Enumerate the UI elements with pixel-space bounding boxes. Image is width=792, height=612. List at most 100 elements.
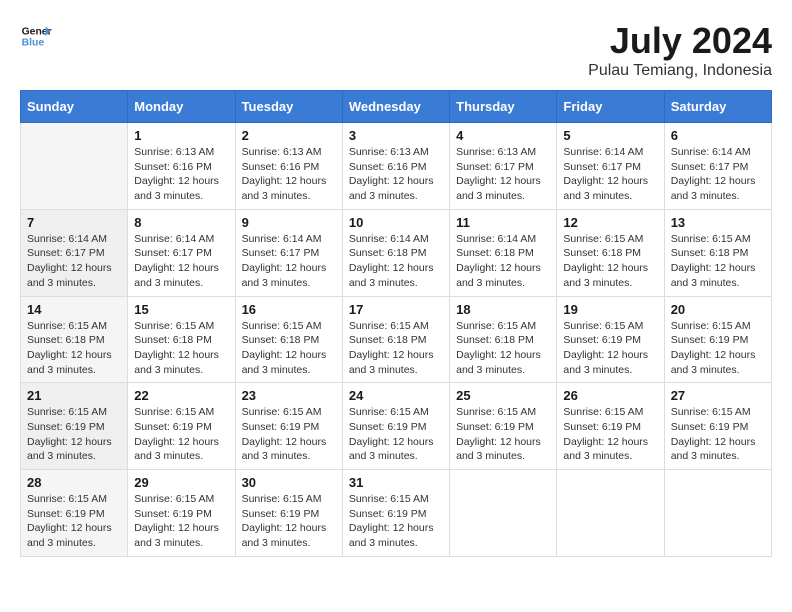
day-info: Sunrise: 6:14 AM Sunset: 6:17 PM Dayligh…: [671, 145, 765, 204]
calendar-cell: [450, 470, 557, 557]
day-info: Sunrise: 6:15 AM Sunset: 6:19 PM Dayligh…: [349, 492, 443, 551]
logo-icon: General Blue: [20, 20, 52, 52]
calendar-header-saturday: Saturday: [664, 91, 771, 123]
day-number: 21: [27, 388, 121, 403]
calendar-cell: [557, 470, 664, 557]
calendar-cell: 8 Sunrise: 6:14 AM Sunset: 6:17 PM Daylig…: [128, 209, 235, 296]
title-section: July 2024 Pulau Temiang, Indonesia: [588, 20, 772, 80]
day-number: 1: [134, 128, 228, 143]
day-number: 29: [134, 475, 228, 490]
calendar-cell: 2 Sunrise: 6:13 AM Sunset: 6:16 PM Daylig…: [235, 123, 342, 210]
calendar-cell: 5Sunrise: 6:14 AM Sunset: 6:17 PM Daylig…: [557, 123, 664, 210]
calendar-week-row: 21 Sunrise: 6:15 AM Sunset: 6:19 PM Dayli…: [21, 383, 772, 470]
day-info: Sunrise: 6:15 AM Sunset: 6:18 PM Dayligh…: [563, 232, 657, 291]
calendar-cell: 29 Sunrise: 6:15 AM Sunset: 6:19 PM Dayli…: [128, 470, 235, 557]
day-info: Sunrise: 6:15 AM Sunset: 6:19 PM Dayligh…: [349, 405, 443, 464]
day-info: Sunrise: 6:15 AM Sunset: 6:18 PM Dayligh…: [27, 319, 121, 378]
calendar-cell: 15 Sunrise: 6:15 AM Sunset: 6:18 PM Dayli…: [128, 296, 235, 383]
calendar-table: SundayMondayTuesdayWednesdayThursdayFrid…: [20, 90, 772, 557]
day-number: 8: [134, 215, 228, 230]
day-number: 6: [671, 128, 765, 143]
day-number: 15: [134, 302, 228, 317]
day-info: Sunrise: 6:15 AM Sunset: 6:19 PM Dayligh…: [134, 492, 228, 551]
calendar-cell: 13 Sunrise: 6:15 AM Sunset: 6:18 PM Dayli…: [664, 209, 771, 296]
svg-text:Blue: Blue: [22, 38, 45, 49]
day-number: 4: [456, 128, 550, 143]
day-number: 13: [671, 215, 765, 230]
day-info: Sunrise: 6:14 AM Sunset: 6:17 PM Dayligh…: [27, 232, 121, 291]
calendar-cell: 1 Sunrise: 6:13 AM Sunset: 6:16 PM Daylig…: [128, 123, 235, 210]
day-number: 30: [242, 475, 336, 490]
day-info: Sunrise: 6:15 AM Sunset: 6:19 PM Dayligh…: [27, 492, 121, 551]
day-info: Sunrise: 6:15 AM Sunset: 6:19 PM Dayligh…: [134, 405, 228, 464]
day-info: Sunrise: 6:15 AM Sunset: 6:19 PM Dayligh…: [671, 405, 765, 464]
day-number: 19: [563, 302, 657, 317]
day-info: Sunrise: 6:15 AM Sunset: 6:18 PM Dayligh…: [671, 232, 765, 291]
calendar-cell: 22 Sunrise: 6:15 AM Sunset: 6:19 PM Dayli…: [128, 383, 235, 470]
day-number: 23: [242, 388, 336, 403]
day-info: Sunrise: 6:15 AM Sunset: 6:19 PM Dayligh…: [671, 319, 765, 378]
calendar-cell: [21, 123, 128, 210]
day-info: Sunrise: 6:15 AM Sunset: 6:19 PM Dayligh…: [563, 319, 657, 378]
calendar-cell: 12Sunrise: 6:15 AM Sunset: 6:18 PM Dayli…: [557, 209, 664, 296]
day-info: Sunrise: 6:15 AM Sunset: 6:18 PM Dayligh…: [134, 319, 228, 378]
day-number: 26: [563, 388, 657, 403]
calendar-cell: 23 Sunrise: 6:15 AM Sunset: 6:19 PM Dayli…: [235, 383, 342, 470]
day-number: 28: [27, 475, 121, 490]
day-info: Sunrise: 6:14 AM Sunset: 6:17 PM Dayligh…: [242, 232, 336, 291]
day-info: Sunrise: 6:13 AM Sunset: 6:16 PM Dayligh…: [349, 145, 443, 204]
calendar-cell: 16Sunrise: 6:15 AM Sunset: 6:18 PM Dayli…: [235, 296, 342, 383]
calendar-cell: 18 Sunrise: 6:15 AM Sunset: 6:18 PM Dayli…: [450, 296, 557, 383]
day-number: 24: [349, 388, 443, 403]
day-number: 25: [456, 388, 550, 403]
day-number: 14: [27, 302, 121, 317]
day-number: 10: [349, 215, 443, 230]
day-info: Sunrise: 6:14 AM Sunset: 6:17 PM Dayligh…: [134, 232, 228, 291]
calendar-week-row: 28 Sunrise: 6:15 AM Sunset: 6:19 PM Dayli…: [21, 470, 772, 557]
calendar-cell: 31Sunrise: 6:15 AM Sunset: 6:19 PM Dayli…: [342, 470, 449, 557]
location-title: Pulau Temiang, Indonesia: [588, 62, 772, 80]
day-info: Sunrise: 6:15 AM Sunset: 6:18 PM Dayligh…: [456, 319, 550, 378]
calendar-cell: 20 Sunrise: 6:15 AM Sunset: 6:19 PM Dayli…: [664, 296, 771, 383]
day-number: 7: [27, 215, 121, 230]
calendar-header-monday: Monday: [128, 91, 235, 123]
day-info: Sunrise: 6:15 AM Sunset: 6:19 PM Dayligh…: [242, 492, 336, 551]
calendar-cell: 9 Sunrise: 6:14 AM Sunset: 6:17 PM Daylig…: [235, 209, 342, 296]
day-info: Sunrise: 6:14 AM Sunset: 6:18 PM Dayligh…: [456, 232, 550, 291]
day-number: 3: [349, 128, 443, 143]
day-number: 9: [242, 215, 336, 230]
calendar-cell: 24 Sunrise: 6:15 AM Sunset: 6:19 PM Dayli…: [342, 383, 449, 470]
calendar-cell: 26 Sunrise: 6:15 AM Sunset: 6:19 PM Dayli…: [557, 383, 664, 470]
page-header: General Blue July 2024 Pulau Temiang, In…: [20, 20, 772, 80]
calendar-header-tuesday: Tuesday: [235, 91, 342, 123]
day-info: Sunrise: 6:14 AM Sunset: 6:18 PM Dayligh…: [349, 232, 443, 291]
calendar-cell: 19 Sunrise: 6:15 AM Sunset: 6:19 PM Dayli…: [557, 296, 664, 383]
calendar-week-row: 14 Sunrise: 6:15 AM Sunset: 6:18 PM Dayli…: [21, 296, 772, 383]
day-number: 2: [242, 128, 336, 143]
calendar-cell: 11 Sunrise: 6:14 AM Sunset: 6:18 PM Dayli…: [450, 209, 557, 296]
day-number: 18: [456, 302, 550, 317]
day-info: Sunrise: 6:15 AM Sunset: 6:19 PM Dayligh…: [27, 405, 121, 464]
day-info: Sunrise: 6:13 AM Sunset: 6:16 PM Dayligh…: [134, 145, 228, 204]
day-info: Sunrise: 6:15 AM Sunset: 6:19 PM Dayligh…: [242, 405, 336, 464]
day-number: 5: [563, 128, 657, 143]
calendar-cell: 25Sunrise: 6:15 AM Sunset: 6:19 PM Dayli…: [450, 383, 557, 470]
calendar-cell: 27Sunrise: 6:15 AM Sunset: 6:19 PM Dayli…: [664, 383, 771, 470]
day-info: Sunrise: 6:15 AM Sunset: 6:18 PM Dayligh…: [349, 319, 443, 378]
day-number: 11: [456, 215, 550, 230]
month-title: July 2024: [588, 20, 772, 62]
calendar-cell: 4 Sunrise: 6:13 AM Sunset: 6:17 PM Daylig…: [450, 123, 557, 210]
day-number: 20: [671, 302, 765, 317]
calendar-week-row: 1 Sunrise: 6:13 AM Sunset: 6:16 PM Daylig…: [21, 123, 772, 210]
day-info: Sunrise: 6:13 AM Sunset: 6:17 PM Dayligh…: [456, 145, 550, 204]
calendar-header-sunday: Sunday: [21, 91, 128, 123]
calendar-week-row: 7 Sunrise: 6:14 AM Sunset: 6:17 PM Daylig…: [21, 209, 772, 296]
day-info: Sunrise: 6:15 AM Sunset: 6:19 PM Dayligh…: [563, 405, 657, 464]
day-number: 22: [134, 388, 228, 403]
calendar-header-friday: Friday: [557, 91, 664, 123]
logo: General Blue: [20, 20, 52, 52]
calendar-header-row: SundayMondayTuesdayWednesdayThursdayFrid…: [21, 91, 772, 123]
day-info: Sunrise: 6:13 AM Sunset: 6:16 PM Dayligh…: [242, 145, 336, 204]
calendar-cell: 10 Sunrise: 6:14 AM Sunset: 6:18 PM Dayli…: [342, 209, 449, 296]
calendar-cell: 21 Sunrise: 6:15 AM Sunset: 6:19 PM Dayli…: [21, 383, 128, 470]
